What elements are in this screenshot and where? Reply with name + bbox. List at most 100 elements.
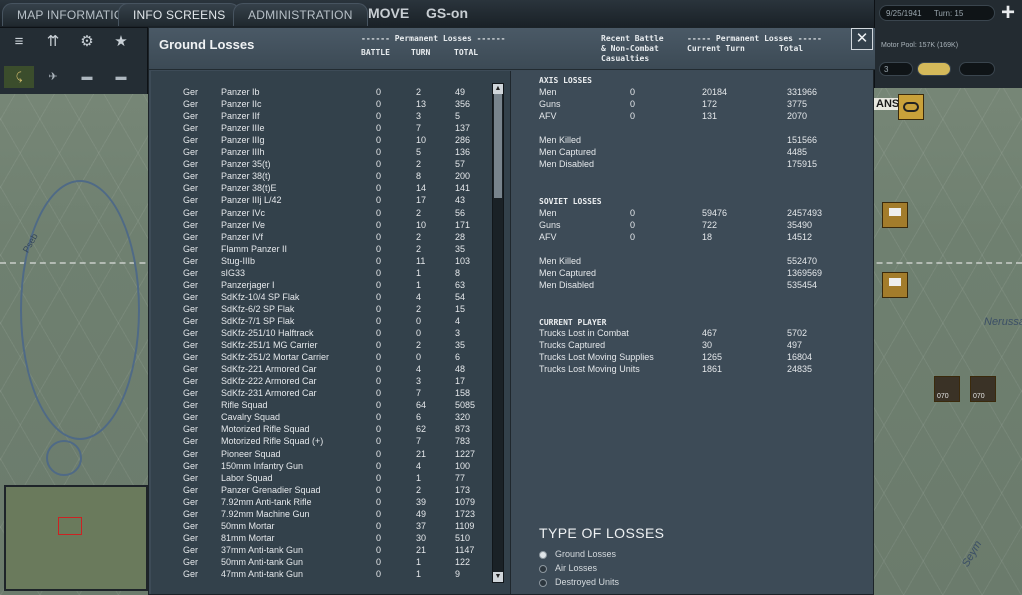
nation-cell: Ger <box>183 460 199 471</box>
turn-display: Turn: 15 <box>933 9 964 18</box>
table-row[interactable]: Ger Panzerjager I 0 1 63 <box>151 279 491 291</box>
losses-list[interactable]: Ger Panzer Ib 0 2 49 Ger Panzer IIc 0 13 356 Ger Pa… <box>151 71 511 594</box>
soviet-casualty-row: Men Killed 552470 <box>515 255 873 267</box>
battle-cell: 0 <box>376 496 382 507</box>
table-row[interactable]: Ger 50mm Mortar 0 37 1109 <box>151 520 491 532</box>
table-row[interactable]: Ger SdKfz-231 Armored Car 0 7 158 <box>151 387 491 399</box>
table-row[interactable]: Ger Panzer IVe 0 10 171 <box>151 219 491 231</box>
unit-counter[interactable] <box>882 272 908 298</box>
table-row[interactable]: Ger SdKfz-251/1 MG Carrier 0 2 35 <box>151 339 491 351</box>
table-row[interactable]: Ger 7.92mm Machine Gun 0 49 1723 <box>151 508 491 520</box>
small-counter[interactable]: 3 <box>879 62 913 76</box>
unit-counter[interactable]: 070 <box>970 376 996 402</box>
turn-cell: 0 <box>416 328 422 338</box>
close-button[interactable]: ✕ <box>851 28 873 50</box>
table-row[interactable]: Ger Flamm Panzer II 0 2 35 <box>151 243 491 255</box>
nation-cell: Ger <box>183 279 199 290</box>
table-row[interactable]: Ger Motorized Rifle Squad 0 62 873 <box>151 423 491 435</box>
table-row[interactable]: Ger Motorized Rifle Squad (+) 0 7 783 <box>151 435 491 447</box>
unit-counter[interactable] <box>898 94 924 120</box>
minimap[interactable] <box>4 485 148 591</box>
table-row[interactable]: Ger Panzer IIf 0 3 5 <box>151 110 491 122</box>
table-row[interactable]: Ger Panzer IVf 0 2 28 <box>151 231 491 243</box>
total-cell: 14512 <box>787 232 813 242</box>
supply-indicator[interactable] <box>917 62 951 76</box>
radio-destroyed-units[interactable]: Destroyed Units <box>539 576 619 589</box>
table-row[interactable]: Ger SdKfz-221 Armored Car 0 4 48 <box>151 363 491 375</box>
total-cell: 24835 <box>787 364 813 374</box>
radio-icon <box>539 578 547 587</box>
table-row[interactable]: Ger Panzer 38(t)E 0 14 141 <box>151 182 491 194</box>
total-cell: 286 <box>455 135 471 146</box>
table-row[interactable]: Ger Panzer IIIj L/42 0 17 43 <box>151 194 491 206</box>
table-row[interactable]: Ger Panzer IIc 0 13 356 <box>151 98 491 110</box>
table-row[interactable]: Ger Rifle Squad 0 64 5085 <box>151 399 491 411</box>
table-row[interactable]: Ger SdKfz-6/2 SP Flak 0 2 15 <box>151 303 491 315</box>
tab-info-screens[interactable]: INFO SCREENS <box>118 3 241 26</box>
total-cell: 1723 <box>455 508 476 519</box>
naval-units-icon[interactable]: ▬ <box>72 66 102 88</box>
dialog-header: Ground Losses ------ Permanent Losses --… <box>149 28 875 70</box>
table-row[interactable]: Ger sIG33 0 1 8 <box>151 267 491 279</box>
table-row[interactable]: Ger Stug-IIIb 0 11 103 <box>151 255 491 267</box>
scroll-up-icon[interactable]: ▲ <box>493 84 503 94</box>
total-cell: 16804 <box>787 352 813 362</box>
table-row[interactable]: Ger Cavalry Squad 0 6 320 <box>151 411 491 423</box>
scroll-down-icon[interactable]: ▼ <box>493 572 503 582</box>
nation-cell: Ger <box>183 388 199 399</box>
arrows-up-icon[interactable]: ⇈ <box>40 30 66 54</box>
table-row[interactable]: Ger Panzer Ib 0 2 49 <box>151 86 491 98</box>
table-row[interactable]: Ger Pioneer Squad 0 21 1227 <box>151 448 491 460</box>
table-row[interactable]: Ger 47mm Anti-tank Gun 0 1 9 <box>151 568 491 580</box>
table-row[interactable]: Ger Panzer Grenadier Squad 0 2 173 <box>151 484 491 496</box>
empty-slot[interactable] <box>959 62 995 76</box>
tab-administration[interactable]: ADMINISTRATION <box>233 3 368 26</box>
table-row[interactable]: Ger SdKfz-10/4 SP Flak 0 4 54 <box>151 291 491 303</box>
table-row[interactable]: Ger 37mm Anti-tank Gun 0 21 1147 <box>151 544 491 556</box>
unit-name-cell: SdKfz-251/10 Halftrack <box>221 328 314 338</box>
table-row[interactable]: Ger SdKfz-7/1 SP Flak 0 0 4 <box>151 315 491 327</box>
table-row[interactable]: Ger SdKfz-222 Armored Car 0 3 17 <box>151 375 491 387</box>
battle-cell: 0 <box>376 508 382 519</box>
soviet-losses-title: SOVIET LOSSES <box>539 197 602 206</box>
star-icon[interactable]: ★ <box>108 30 134 54</box>
table-row[interactable]: Ger Panzer IIIg 0 10 286 <box>151 134 491 146</box>
casualty-value: 151566 <box>787 135 818 145</box>
minimap-viewport[interactable] <box>58 517 82 535</box>
total-cell: 873 <box>455 424 471 435</box>
table-row[interactable]: Ger 50mm Anti-tank Gun 0 1 122 <box>151 556 491 568</box>
perm-losses-header: ------ Permanent Losses ------ <box>361 34 506 43</box>
current-turn-cell: 1861 <box>702 364 723 374</box>
turn-cell: 21 <box>416 544 427 555</box>
table-row[interactable]: Ger Panzer 35(t) 0 2 57 <box>151 158 491 170</box>
gear-icon[interactable]: ⚙ <box>74 30 100 54</box>
col-total-header-2: Total <box>779 44 804 53</box>
scrollbar[interactable]: ▲ ▼ <box>492 83 504 583</box>
nation-cell: Ger <box>183 556 199 567</box>
unit-counter[interactable] <box>882 202 908 228</box>
table-row[interactable]: Ger 150mm Infantry Gun 0 4 100 <box>151 460 491 472</box>
air-units-icon[interactable]: ✈ <box>38 66 68 88</box>
ground-units-icon[interactable]: ⤹ <box>4 66 34 88</box>
table-row[interactable]: Ger Panzer IIIh 0 5 136 <box>151 146 491 158</box>
scroll-thumb[interactable] <box>494 94 502 198</box>
helicopter-icon[interactable]: ≡ <box>6 30 32 54</box>
battle-cell: 0 <box>376 87 382 97</box>
table-row[interactable]: Ger Panzer IIIe 0 7 137 <box>151 122 491 134</box>
table-row[interactable]: Ger SdKfz-251/10 Halftrack 0 0 3 <box>151 327 491 339</box>
transport-units-icon[interactable]: ▬ <box>106 66 136 88</box>
turn-cell: 17 <box>416 195 427 206</box>
table-row[interactable]: Ger Labor Squad 0 1 77 <box>151 472 491 484</box>
radio-ground-losses[interactable]: Ground Losses <box>539 548 616 561</box>
unit-name-cell: 47mm Anti-tank Gun <box>221 569 304 579</box>
table-row[interactable]: Ger Panzer 38(t) 0 8 200 <box>151 170 491 182</box>
nation-cell: Ger <box>183 472 199 483</box>
table-row[interactable]: Ger 7.92mm Anti-tank Rifle 0 39 1079 <box>151 496 491 508</box>
table-row[interactable]: Ger Panzer IVc 0 2 56 <box>151 207 491 219</box>
unit-counter[interactable]: 070 <box>934 376 960 402</box>
recent-header-2: & Non-Combat <box>601 44 659 53</box>
radio-air-losses[interactable]: Air Losses <box>539 562 597 575</box>
mode-group-label[interactable]: GS-on <box>426 5 468 21</box>
table-row[interactable]: Ger SdKfz-251/2 Mortar Carrier 0 0 6 <box>151 351 491 363</box>
table-row[interactable]: Ger 81mm Mortar 0 30 510 <box>151 532 491 544</box>
